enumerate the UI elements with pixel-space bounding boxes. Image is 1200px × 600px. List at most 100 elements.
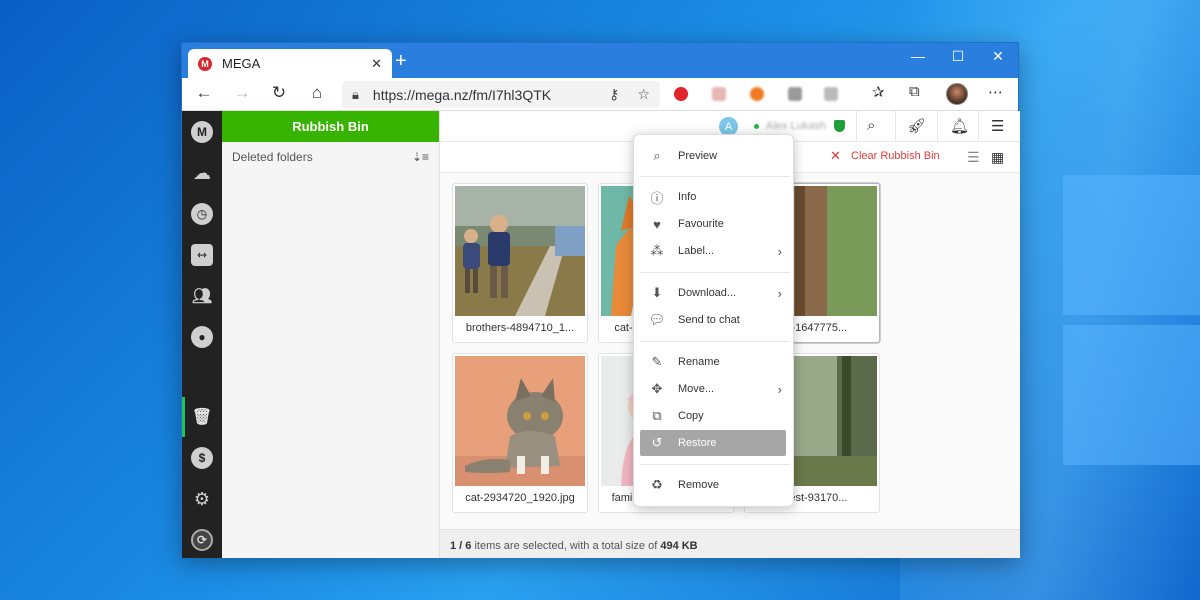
menu-label: Copy <box>678 410 704 422</box>
search-icon[interactable]: ⌕ <box>867 117 875 134</box>
file-name: brothers-4894710_1... <box>465 322 575 334</box>
transfers-icon[interactable]: ⇿ <box>191 244 213 266</box>
sync-icon[interactable]: ⟳ <box>191 529 213 551</box>
copy-icon: ⧉ <box>652 408 662 423</box>
menu-item-move[interactable]: ✥ Move... › <box>640 376 786 402</box>
maximize-button[interactable]: ☐ <box>938 43 978 78</box>
menu-divider <box>640 272 790 273</box>
thumbnail <box>455 356 585 486</box>
info-icon: ⓘ <box>650 190 664 206</box>
download-icon: ⬇ <box>651 285 663 300</box>
new-tab-button[interactable]: + <box>395 51 407 71</box>
selection-size: 494 KB <box>660 540 698 552</box>
extension-icon[interactable] <box>788 87 802 101</box>
home-button[interactable]: ⌂ <box>305 83 329 103</box>
minimize-button[interactable]: — <box>898 43 938 78</box>
online-status-icon <box>754 124 759 129</box>
menu-item-favourite[interactable]: ♥ Favourite <box>640 211 786 237</box>
file-card[interactable]: cat-2934720_1920.jpg <box>452 353 588 513</box>
contacts-icon[interactable]: 👥︎ <box>191 285 213 307</box>
hamburger-menu-icon[interactable]: ☰ <box>991 117 1004 135</box>
window-close-button[interactable]: ✕ <box>978 43 1018 78</box>
menu-label: Download... <box>678 287 737 299</box>
shield-icon <box>834 120 845 132</box>
close-icon[interactable]: ✕ <box>371 56 382 72</box>
profile-avatar[interactable] <box>946 83 968 105</box>
file-card[interactable]: brothers-4894710_1... <box>452 183 588 343</box>
divider <box>895 111 896 142</box>
rubbish-bin-icon[interactable]: 🗑︎ <box>191 406 213 428</box>
chat-bubble-icon: 💬︎ <box>648 312 666 327</box>
key-icon[interactable]: ⚷ <box>609 86 619 103</box>
extension-block-icon[interactable] <box>674 87 688 101</box>
list-view-icon[interactable]: ☰ <box>967 149 980 166</box>
star-icon[interactable]: ☆ <box>637 86 650 103</box>
left-pane: Rubbish Bin Deleted folders ⇣≡ <box>222 111 440 558</box>
mega-menu-icon[interactable]: M <box>191 121 213 143</box>
extension-icon[interactable] <box>750 87 764 101</box>
status-text: items are selected, with a total size of <box>471 540 661 552</box>
cloud-drive-icon[interactable]: ☁ <box>191 162 213 184</box>
mega-app: M ☁ ◷ ⇿ 👥︎ ● 🗑︎ $ ⚙ ⟳ Rubbish Bin Delete… <box>182 111 1020 558</box>
reload-button[interactable]: ↻ <box>267 83 291 103</box>
browser-toolbar: ← → ↻ ⌂ 🔒︎ https://mega.nz/fm/I7hl3QTK ⚷… <box>182 78 1018 111</box>
extension-icon[interactable] <box>712 87 726 101</box>
deleted-folders-label: Deleted folders <box>232 150 313 164</box>
divider <box>978 111 979 142</box>
more-icon[interactable]: ⋯ <box>988 83 1003 101</box>
back-button[interactable]: ← <box>192 83 216 103</box>
search-icon: ⌕ <box>653 148 661 163</box>
rocket-icon[interactable]: 🚀︎ <box>907 117 926 135</box>
menu-item-copy[interactable]: ⧉ Copy <box>640 403 786 429</box>
browser-tab[interactable]: M MEGA ✕ <box>188 49 392 78</box>
forward-button[interactable]: → <box>230 83 254 103</box>
recycle-icon: ♻ <box>651 477 663 492</box>
label-dots-icon: ⁂ <box>650 243 664 258</box>
chevron-right-icon: › <box>777 381 782 397</box>
sort-icon[interactable]: ⇣≡ <box>412 150 429 164</box>
favorites-icon[interactable]: ✰ <box>872 83 885 101</box>
url-text: https://mega.nz/fm/I7hl3QTK <box>372 86 552 103</box>
menu-item-download[interactable]: ⬇ Download... › <box>640 280 786 306</box>
chevron-right-icon: › <box>777 243 782 259</box>
menu-item-restore[interactable]: ↺ Restore <box>640 430 786 456</box>
menu-divider <box>640 464 790 465</box>
menu-item-label[interactable]: ⁂ Label... › <box>640 238 786 264</box>
file-name: cat-2934720_1920.jpg <box>465 492 575 504</box>
menu-label: Info <box>678 191 697 203</box>
deleted-folders-row[interactable]: Deleted folders ⇣≡ <box>222 142 439 172</box>
close-icon[interactable]: ✕ <box>830 148 841 164</box>
rubbish-bin-header[interactable]: Rubbish Bin <box>222 111 439 142</box>
grid-view-icon[interactable]: ▦ <box>991 149 1004 166</box>
chevron-right-icon: › <box>777 285 782 301</box>
chat-icon[interactable]: ● <box>191 326 213 348</box>
extension-icon[interactable] <box>824 87 838 101</box>
dollar-icon[interactable]: $ <box>191 447 213 469</box>
menu-item-send-to-chat[interactable]: 💬︎ Send to chat <box>640 307 786 333</box>
menu-label: Preview <box>678 150 718 162</box>
divider <box>856 111 857 142</box>
menu-divider <box>640 176 790 177</box>
recents-icon[interactable]: ◷ <box>191 203 213 225</box>
divider <box>937 111 938 142</box>
heart-icon: ♥ <box>653 216 661 232</box>
bell-icon[interactable]: 🔔︎ <box>950 117 969 135</box>
menu-label: Label... <box>678 245 715 257</box>
menu-item-remove[interactable]: ♻ Remove <box>640 472 786 498</box>
settings-gear-icon[interactable]: ⚙ <box>191 488 213 510</box>
move-arrows-icon: ✥ <box>651 381 663 396</box>
selection-count: 1 / 6 <box>450 540 472 552</box>
context-menu: ⌕ Preview ⓘ Info ♥ Favourite ⁂ Label... … <box>633 134 794 507</box>
menu-label: Send to chat <box>678 314 740 326</box>
collections-icon[interactable]: ⧉ <box>909 83 920 100</box>
lock-icon: 🔒︎ <box>352 86 359 102</box>
username[interactable]: Alex Lukash <box>766 120 826 132</box>
menu-item-info[interactable]: ⓘ Info <box>640 184 786 210</box>
nav-rail: M ☁ ◷ ⇿ 👥︎ ● 🗑︎ $ ⚙ ⟳ <box>182 111 222 558</box>
address-bar[interactable]: 🔒︎ https://mega.nz/fm/I7hl3QTK ⚷ ☆ <box>342 81 660 108</box>
menu-item-rename[interactable]: ✎ Rename <box>640 349 786 375</box>
menu-divider <box>640 341 790 342</box>
clear-rubbish-bin-button[interactable]: Clear Rubbish Bin <box>851 150 940 162</box>
menu-label: Rename <box>678 356 720 368</box>
menu-item-preview[interactable]: ⌕ Preview <box>640 143 786 169</box>
